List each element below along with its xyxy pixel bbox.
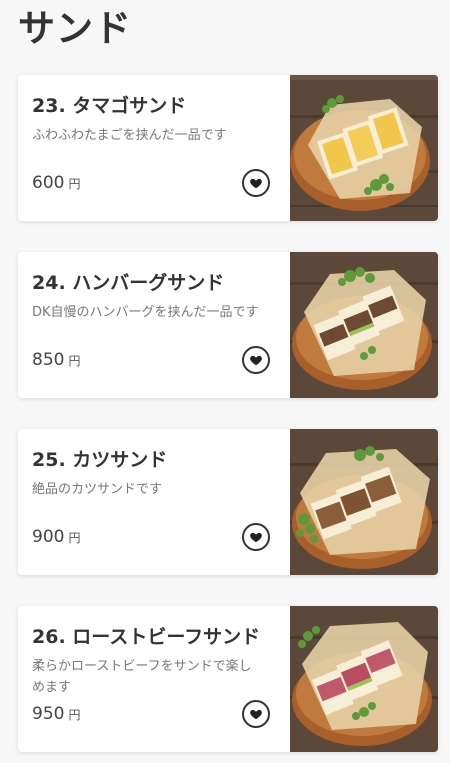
- menu-item-card[interactable]: 23. タマゴサンド ふわふわたまごを挟んだ一品です 600 円: [18, 75, 438, 221]
- katsu-sandwich-photo: [290, 429, 438, 575]
- favorite-button[interactable]: [242, 169, 270, 197]
- menu-item-card[interactable]: 24. ハンバーグサンド DK自慢のハンバーグを挟んだ一品です 850 円: [18, 252, 438, 398]
- favorite-button[interactable]: [242, 700, 270, 728]
- menu-item-description: 絶品のカツサンドです: [32, 482, 163, 497]
- price-unit: 円: [68, 531, 81, 545]
- menu-item-price: 950 円: [32, 704, 80, 724]
- roast-beef-sandwich-photo: [290, 606, 438, 752]
- egg-sandwich-photo: [290, 75, 438, 221]
- price-unit: 円: [68, 708, 81, 722]
- menu-item-name: 23. タマゴサンド: [32, 95, 187, 117]
- price-value: 850: [32, 350, 65, 370]
- hamburg-sandwich-photo: [290, 252, 438, 398]
- menu-item-card[interactable]: 25. カツサンド 絶品のカツサンドです 900 円: [18, 429, 438, 575]
- menu-item-info: 26. ローストビーフサンド 柔らかローストビーフをサンドで楽しめます 950 円: [18, 606, 290, 752]
- price-unit: 円: [68, 354, 81, 368]
- menu-item-description: DK自慢のハンバーグを挟んだ一品です: [32, 305, 259, 320]
- menu-item-info: 24. ハンバーグサンド DK自慢のハンバーグを挟んだ一品です 850 円: [18, 252, 290, 398]
- price-value: 600: [32, 173, 65, 193]
- heart-icon: [250, 532, 262, 543]
- heart-icon: [250, 178, 262, 189]
- menu-item-name: 26. ローストビーフサンド: [32, 626, 261, 648]
- heart-icon: [250, 709, 262, 720]
- menu-item-card[interactable]: 26. ローストビーフサンド 柔らかローストビーフをサンドで楽しめます 950 円: [18, 606, 438, 752]
- menu-item-description: 柔らかローストビーフをサンドで楽しめます: [32, 659, 252, 695]
- menu-item-name: 24. ハンバーグサンド: [32, 272, 225, 294]
- favorite-button[interactable]: [242, 346, 270, 374]
- menu-item-price: 900 円: [32, 527, 80, 547]
- price-unit: 円: [68, 177, 81, 191]
- menu-item-info: 25. カツサンド 絶品のカツサンドです 900 円: [18, 429, 290, 575]
- price-value: 900: [32, 527, 65, 547]
- menu-page: サンド 23. タマゴサンド ふわふわたまごを挟んだ一品です 600 円 24.…: [0, 0, 450, 763]
- menu-item-description: ふわふわたまごを挟んだ一品です: [32, 128, 227, 143]
- favorite-button[interactable]: [242, 523, 270, 551]
- menu-item-price: 850 円: [32, 350, 80, 370]
- menu-item-info: 23. タマゴサンド ふわふわたまごを挟んだ一品です 600 円: [18, 75, 290, 221]
- menu-item-price: 600 円: [32, 173, 80, 193]
- menu-item-name: 25. カツサンド: [32, 449, 168, 471]
- page-title: サンド: [18, 7, 132, 50]
- price-value: 950: [32, 704, 65, 724]
- heart-icon: [250, 355, 262, 366]
